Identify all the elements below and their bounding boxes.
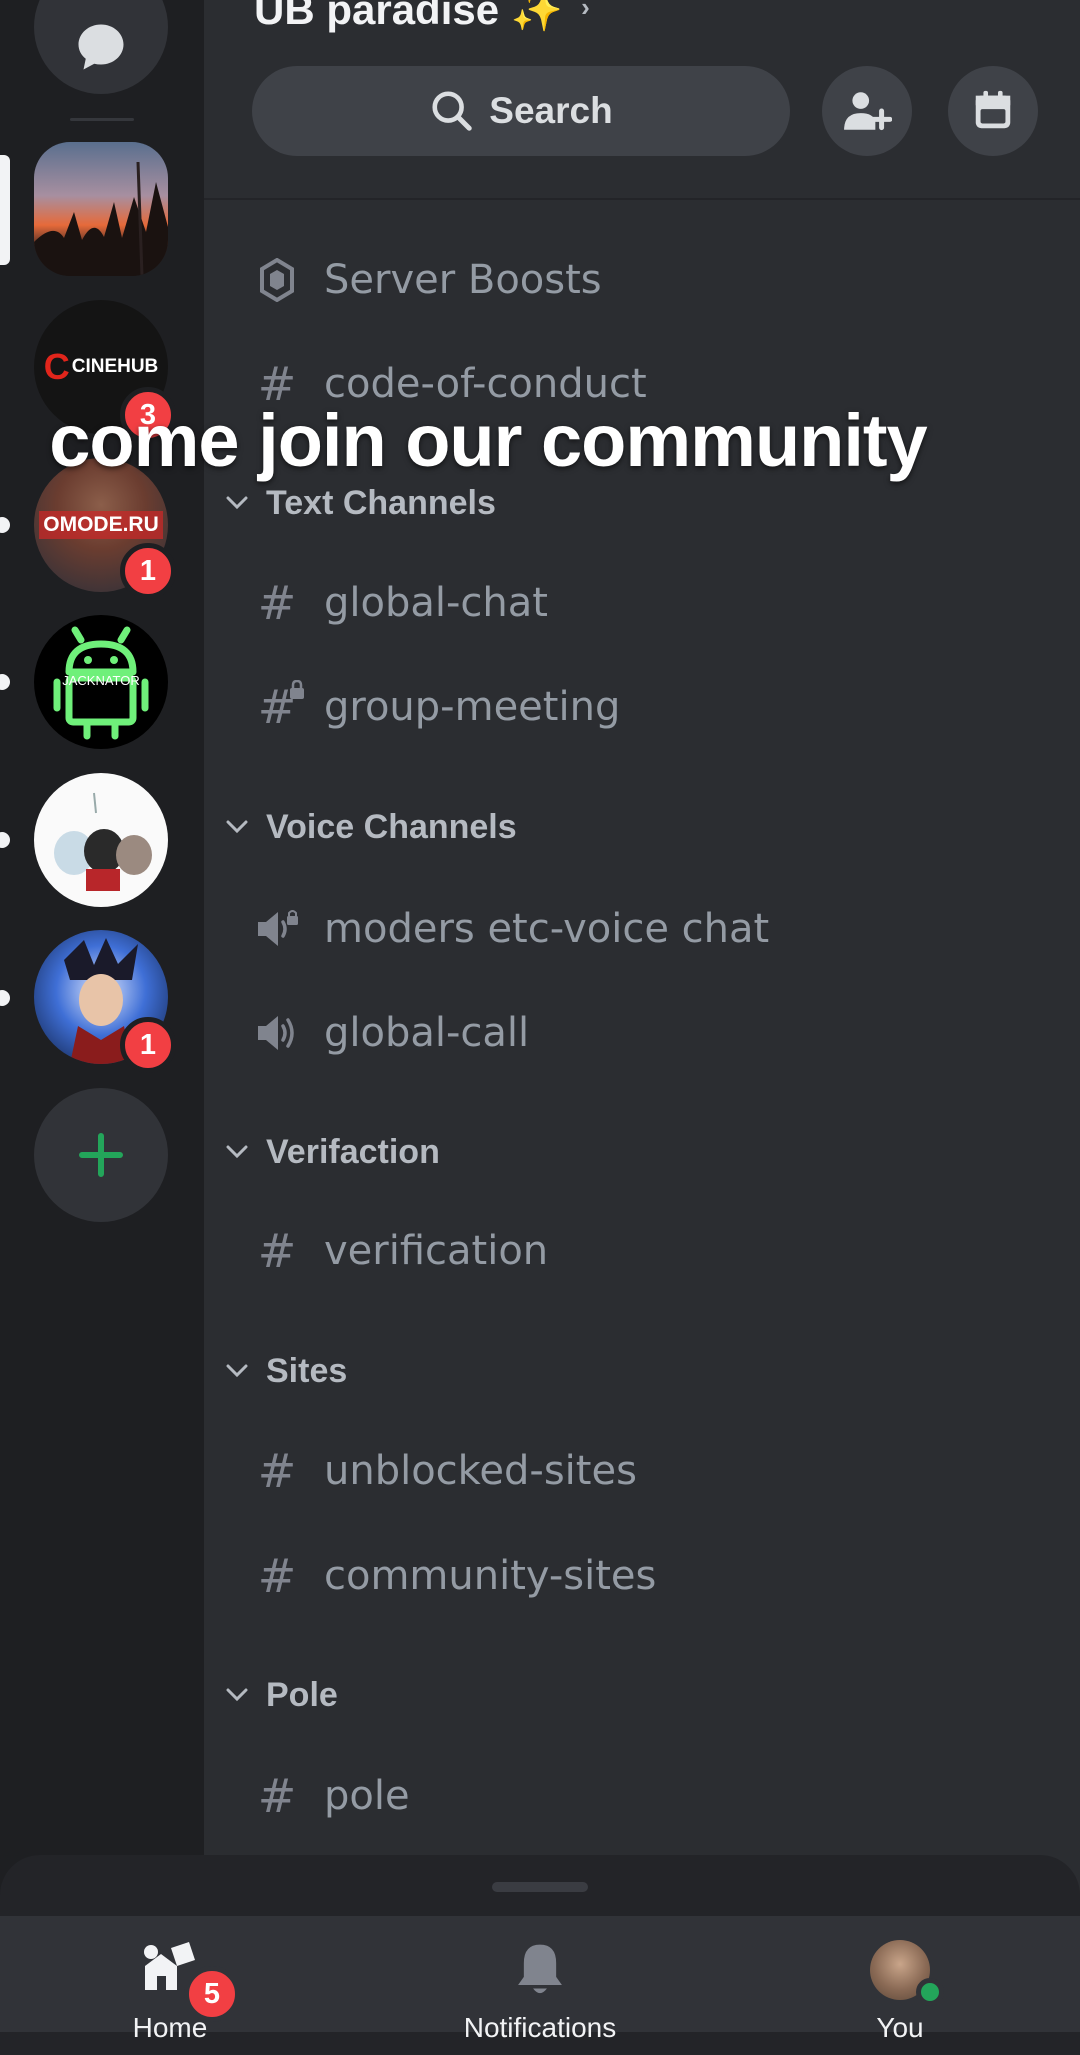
category-sites[interactable]: Sites bbox=[222, 1346, 347, 1396]
channel-pole[interactable]: # pole bbox=[254, 1764, 410, 1828]
omode-unread-badge: 1 bbox=[120, 543, 176, 599]
channel-name: Server Boosts bbox=[324, 257, 602, 303]
channel-group-meeting[interactable]: # group-meeting bbox=[254, 675, 620, 739]
cinehub-logo: C bbox=[43, 346, 70, 387]
nav-home[interactable]: 5 Home bbox=[120, 1940, 240, 2044]
anime-characters-image bbox=[54, 792, 152, 891]
nav-label: Notifications bbox=[463, 2012, 617, 2043]
channel-name: global-call bbox=[324, 1010, 530, 1056]
nav-notifications[interactable]: Notifications bbox=[455, 1940, 625, 2044]
omode-label: OMODE.RU bbox=[39, 511, 163, 539]
unread-indicator bbox=[0, 517, 10, 533]
server-anime-friends[interactable] bbox=[34, 773, 168, 907]
chevron-down-icon bbox=[222, 488, 252, 518]
calendar-icon bbox=[975, 90, 1011, 129]
category-name: Voice Channels bbox=[266, 807, 517, 846]
jacknator-label: JACKNATOR bbox=[62, 673, 140, 688]
online-status-dot bbox=[916, 1978, 944, 2006]
hash-icon: # bbox=[257, 1224, 297, 1278]
category-name: Sites bbox=[266, 1351, 348, 1390]
channel-global-call[interactable]: global-call bbox=[254, 1001, 529, 1065]
locked-hash-icon: # bbox=[254, 680, 304, 730]
bell-icon bbox=[518, 1944, 562, 1994]
home-unread-badge: 5 bbox=[184, 1966, 240, 2022]
category-pole[interactable]: Pole bbox=[222, 1670, 338, 1720]
speaker-icon bbox=[254, 1010, 300, 1056]
channel-name: group-meeting bbox=[324, 684, 621, 730]
search-icon bbox=[432, 91, 473, 131]
channel-name: community-sites bbox=[324, 1553, 657, 1599]
chat-bubble-icon bbox=[78, 24, 124, 70]
category-name: Verifaction bbox=[266, 1132, 440, 1171]
hash-icon: # bbox=[257, 1769, 297, 1823]
category-name: Pole bbox=[266, 1675, 338, 1714]
chevron-right-icon: › bbox=[581, 0, 590, 22]
rail-divider bbox=[70, 118, 134, 121]
video-caption-overlay: come join our community bbox=[49, 399, 927, 482]
chevron-down-icon bbox=[222, 812, 252, 842]
category-voice-channels[interactable]: Voice Channels bbox=[222, 802, 517, 852]
category-name: Text Channels bbox=[266, 483, 496, 522]
hash-icon: # bbox=[257, 1549, 297, 1603]
search-button[interactable]: Search bbox=[252, 66, 790, 156]
locked-speaker-icon bbox=[254, 906, 300, 952]
invite-members-button[interactable] bbox=[822, 66, 912, 156]
anime-unread-badge: 1 bbox=[120, 1017, 176, 1073]
plus-icon bbox=[79, 1133, 123, 1177]
chevron-down-icon bbox=[222, 1680, 252, 1710]
server-name-header[interactable]: UB paradise ✨ › bbox=[254, 0, 590, 35]
category-verifaction[interactable]: Verifaction bbox=[222, 1127, 440, 1177]
channel-name: verification bbox=[324, 1228, 549, 1274]
search-label: Search bbox=[489, 90, 613, 131]
header-divider bbox=[204, 198, 1080, 200]
chevron-down-icon bbox=[222, 1137, 252, 1167]
sunset-trees-image bbox=[34, 161, 168, 276]
channel-community-sites[interactable]: # community-sites bbox=[254, 1544, 657, 1608]
drag-handle[interactable] bbox=[492, 1882, 588, 1892]
events-button[interactable] bbox=[948, 66, 1038, 156]
hash-icon: # bbox=[257, 576, 297, 630]
channel-global-chat[interactable]: # global-chat bbox=[254, 571, 548, 635]
add-user-icon bbox=[844, 92, 892, 131]
server-jacknator[interactable]: JACKNATOR bbox=[34, 615, 168, 749]
hash-icon: # bbox=[257, 1444, 297, 1498]
boost-gem-icon bbox=[254, 257, 300, 303]
unread-indicator bbox=[0, 990, 10, 1006]
unread-indicator bbox=[0, 674, 10, 690]
server-ub-paradise[interactable] bbox=[34, 142, 168, 276]
add-server-button[interactable] bbox=[34, 1088, 168, 1222]
channel-unblocked-sites[interactable]: # unblocked-sites bbox=[254, 1439, 637, 1503]
channel-moders-voice-chat[interactable]: moders etc-voice chat bbox=[254, 897, 769, 961]
channel-name: pole bbox=[324, 1773, 410, 1819]
unread-indicator bbox=[0, 832, 10, 848]
category-text-channels[interactable]: Text Channels bbox=[222, 478, 496, 528]
channel-panel: UB paradise ✨ › Search Server Boosts # co… bbox=[204, 0, 1080, 2032]
direct-messages-button[interactable] bbox=[34, 0, 168, 94]
channel-name: moders etc-voice chat bbox=[324, 906, 770, 952]
channel-name: global-chat bbox=[324, 580, 548, 626]
server-boosts-item[interactable]: Server Boosts bbox=[254, 248, 602, 312]
server-name: UB paradise ✨ bbox=[254, 0, 564, 33]
cinehub-label: CINEHUB bbox=[71, 356, 159, 377]
nav-label: You bbox=[876, 2012, 924, 2043]
channel-verification[interactable]: # verification bbox=[254, 1219, 548, 1283]
server-rail: C CINEHUB 3 OMODE.RU 1 JACKNATOR 1 bbox=[0, 0, 204, 2032]
channel-name: unblocked-sites bbox=[324, 1448, 637, 1494]
selected-server-indicator bbox=[0, 155, 10, 265]
nav-you[interactable]: You bbox=[858, 1940, 944, 2044]
chevron-down-icon bbox=[222, 1356, 252, 1386]
